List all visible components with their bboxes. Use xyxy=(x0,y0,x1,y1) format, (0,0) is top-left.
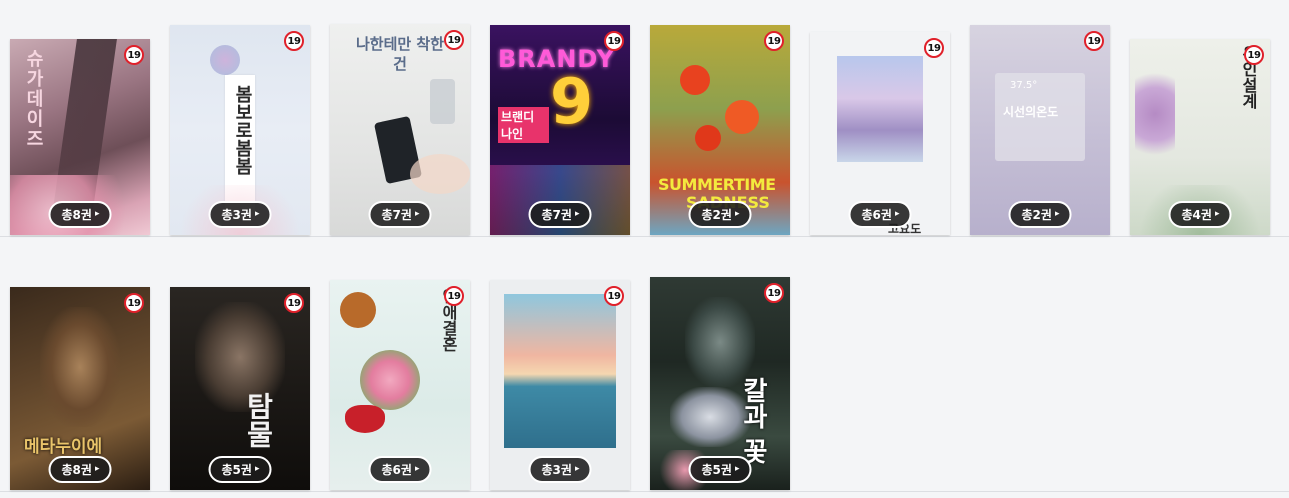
chevron-right-icon: ▸ xyxy=(414,209,420,219)
cover-temperature: 37.5° xyxy=(1010,80,1038,91)
book-card[interactable]: 슈가데이즈 19 총8권 ▸ xyxy=(10,39,150,235)
book-card[interactable]: 탐물 19 총5권 ▸ xyxy=(170,287,310,490)
chevron-right-icon: ▸ xyxy=(94,464,100,474)
volume-count-label: 총7권 xyxy=(541,208,572,222)
book-card[interactable]: SUMMERTIME SADNESS 19 총2권 ▸ xyxy=(650,25,790,235)
volume-count-label: 총6권 xyxy=(861,208,892,222)
cover-title: 메타누이에 xyxy=(24,437,103,457)
cover-title: 슈가데이즈 xyxy=(23,49,44,149)
age-19-badge: 19 xyxy=(444,30,464,50)
volume-count-button[interactable]: 총6권 ▸ xyxy=(368,456,432,483)
shelf-divider xyxy=(0,491,1289,492)
age-19-badge: 19 xyxy=(764,283,784,303)
book-card[interactable]: 칼과 꽃 19 총5권 ▸ xyxy=(650,277,790,490)
volume-count-label: 총6권 xyxy=(381,463,412,477)
volume-count-label: 총7권 xyxy=(381,208,412,222)
chevron-right-icon: ▸ xyxy=(574,209,580,219)
book-card[interactable]: 유인설계 19 총4권 ▸ xyxy=(1130,39,1270,235)
volume-count-button[interactable]: 총7권 ▸ xyxy=(368,201,432,228)
volume-count-label: 총3권 xyxy=(541,463,572,477)
volume-count-label: 총3권 xyxy=(221,208,252,222)
volume-count-label: 총5권 xyxy=(701,463,732,477)
age-19-badge: 19 xyxy=(124,293,144,313)
age-19-badge: 19 xyxy=(124,45,144,65)
volume-count-button[interactable]: 총3권 ▸ xyxy=(528,456,592,483)
shelf-divider xyxy=(0,236,1289,237)
age-19-badge: 19 xyxy=(284,293,304,313)
age-19-badge: 19 xyxy=(764,31,784,51)
chevron-right-icon: ▸ xyxy=(734,209,740,219)
volume-count-label: 총8권 xyxy=(61,208,92,222)
chevron-right-icon: ▸ xyxy=(574,464,580,474)
age-19-badge: 19 xyxy=(924,38,944,58)
volume-count-button[interactable]: 총5권 ▸ xyxy=(208,456,272,483)
volume-count-label: 총2권 xyxy=(1021,208,1052,222)
volume-count-button[interactable]: 총8권 ▸ xyxy=(48,201,112,228)
chevron-right-icon: ▸ xyxy=(94,209,100,219)
volume-count-button[interactable]: 총7권 ▸ xyxy=(528,201,592,228)
chevron-right-icon: ▸ xyxy=(414,464,420,474)
age-19-badge: 19 xyxy=(604,286,624,306)
volume-count-button[interactable]: 총2권 ▸ xyxy=(688,201,752,228)
volume-count-button[interactable]: 총6권 ▸ xyxy=(848,201,912,228)
book-card[interactable]: 연애결혼 19 총6권 ▸ xyxy=(330,280,470,490)
chevron-right-icon: ▸ xyxy=(254,464,260,474)
volume-count-button[interactable]: 총2권 ▸ xyxy=(1008,201,1072,228)
age-19-badge: 19 xyxy=(444,286,464,306)
book-card[interactable]: BRANDY 9 브랜디 나인 19 총7권 ▸ xyxy=(490,25,630,235)
book-card[interactable]: 나한테만 착한 건 19 총7권 ▸ xyxy=(330,24,470,235)
cover-number: 9 xyxy=(550,65,594,138)
chevron-right-icon: ▸ xyxy=(1054,209,1060,219)
book-card[interactable]: 봄보로봄봄 19 총3권 ▸ xyxy=(170,25,310,235)
age-19-badge: 19 xyxy=(604,31,624,51)
cover-subtitle: 브랜디 나인 xyxy=(498,107,549,143)
cover-title: 시선의온도 xyxy=(1003,105,1059,119)
volume-count-button[interactable]: 총4권 ▸ xyxy=(1168,201,1232,228)
chevron-right-icon: ▸ xyxy=(734,464,740,474)
book-card[interactable]: 37.5° 시선의온도 19 총2권 ▸ xyxy=(970,25,1110,235)
age-19-badge: 19 xyxy=(1244,45,1264,65)
volume-count-label: 총5권 xyxy=(221,463,252,477)
cover-title-line1: SUMMERTIME xyxy=(658,175,776,194)
volume-count-label: 총2권 xyxy=(701,208,732,222)
volume-count-label: 총4권 xyxy=(1181,208,1212,222)
age-19-badge: 19 xyxy=(1084,31,1104,51)
volume-count-label: 총8권 xyxy=(61,463,92,477)
volume-count-button[interactable]: 총3권 ▸ xyxy=(208,201,272,228)
cover-title: 나한테만 착한 건 xyxy=(355,35,445,73)
volume-count-button[interactable]: 총8권 ▸ xyxy=(48,456,112,483)
cover-title: 칼과 꽃 xyxy=(738,377,768,465)
cover-title: 봄보로봄봄 xyxy=(232,85,253,175)
age-19-badge: 19 xyxy=(284,31,304,51)
chevron-right-icon: ▸ xyxy=(1214,209,1220,219)
cover-title: 탐물 xyxy=(242,392,275,448)
chevron-right-icon: ▸ xyxy=(894,209,900,219)
volume-count-button[interactable]: 총5권 ▸ xyxy=(688,456,752,483)
book-card[interactable]: 19 총3권 ▸ xyxy=(490,280,630,490)
chevron-right-icon: ▸ xyxy=(254,209,260,219)
book-card[interactable]: 고요도 19 총6권 ▸ xyxy=(810,32,950,235)
book-card[interactable]: 메타누이에 19 총8권 ▸ xyxy=(10,287,150,490)
